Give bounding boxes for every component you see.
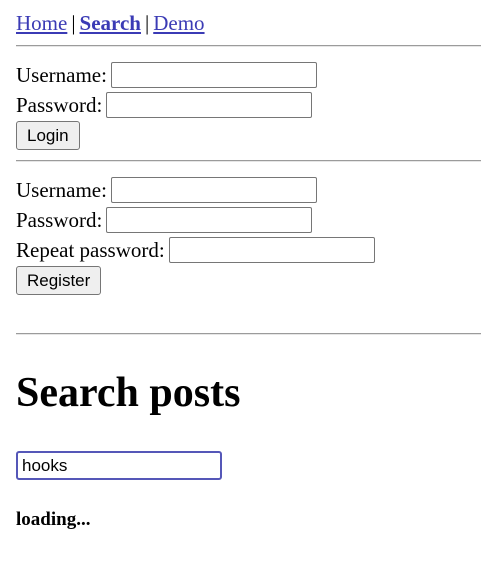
register-password-label: Password:	[16, 208, 103, 232]
login-username-input[interactable]	[110, 62, 317, 88]
nav-link-search[interactable]: Search	[80, 11, 141, 35]
nav-link-home[interactable]: Home	[16, 11, 67, 35]
register-password-row: Password:	[16, 205, 481, 235]
loading-status: loading...	[16, 509, 91, 530]
register-repeat-row: Repeat password:	[16, 235, 481, 265]
register-password-input[interactable]	[106, 207, 313, 233]
nav-separator: |	[145, 11, 150, 35]
search-input-row	[16, 451, 481, 480]
page: Home | Search | Demo Username: Password: Log…	[16, 0, 481, 531]
login-password-label: Password:	[16, 93, 103, 117]
login-button[interactable]: Login	[16, 121, 80, 150]
register-username-label: Username:	[16, 178, 107, 202]
login-username-label: Username:	[16, 63, 107, 87]
register-button[interactable]: Register	[16, 266, 102, 295]
login-button-row: Login	[16, 120, 481, 150]
search-section: Search posts loading...	[16, 335, 481, 531]
register-username-row: Username:	[16, 175, 481, 205]
login-form: Username: Password: Login	[16, 47, 481, 150]
nav-separator: |	[71, 11, 76, 35]
login-password-input[interactable]	[106, 92, 313, 118]
register-form: Username: Password: Repeat password: Reg…	[16, 162, 481, 295]
register-repeat-label: Repeat password:	[16, 238, 165, 262]
login-password-row: Password:	[16, 90, 481, 120]
register-button-row: Register	[16, 265, 481, 295]
register-repeat-input[interactable]	[168, 237, 375, 263]
search-input[interactable]	[16, 451, 222, 480]
page-title: Search posts	[16, 370, 241, 416]
top-nav: Home | Search | Demo	[16, 8, 481, 38]
nav-link-demo[interactable]: Demo	[153, 11, 204, 35]
register-username-input[interactable]	[110, 177, 317, 203]
login-username-row: Username:	[16, 60, 481, 90]
